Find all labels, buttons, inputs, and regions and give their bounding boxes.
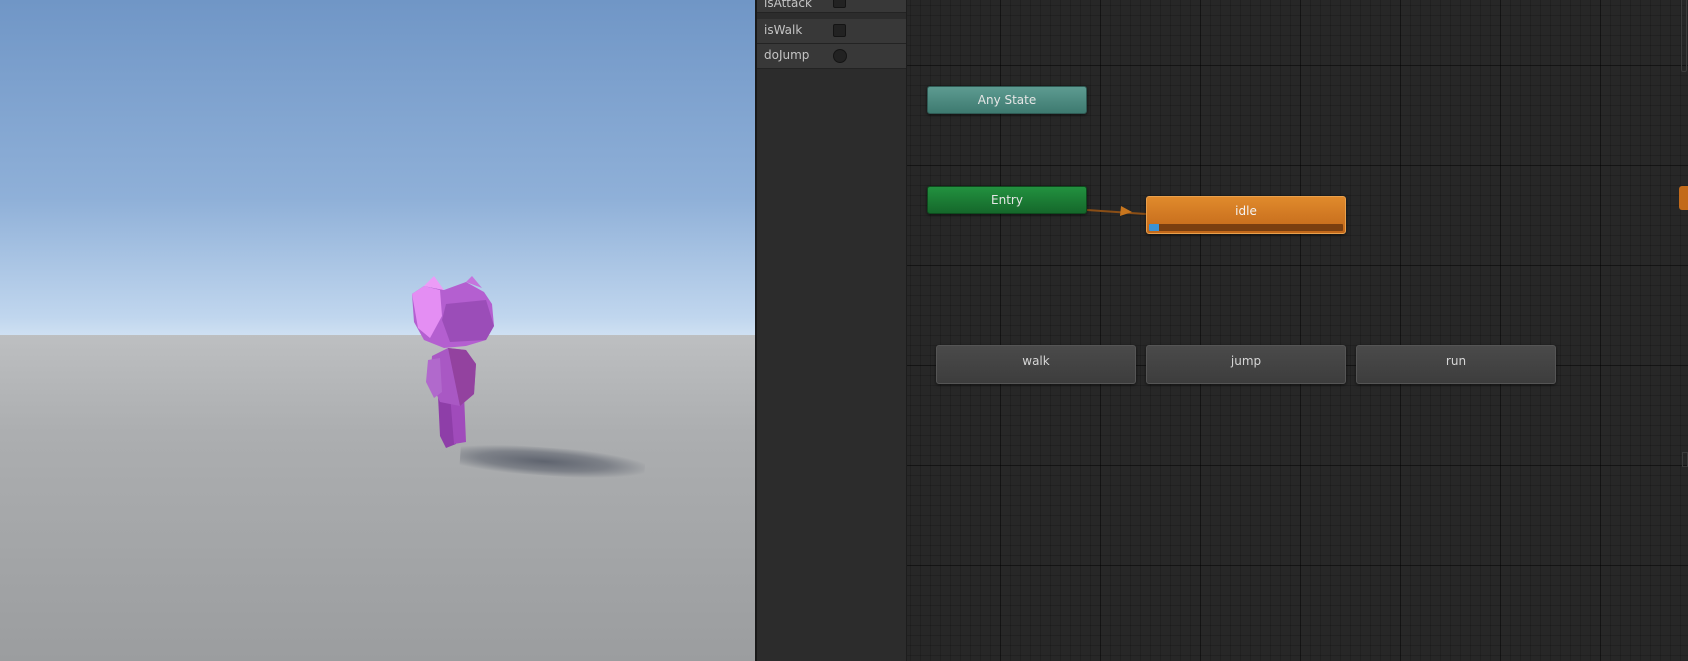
state-node-run[interactable]: run xyxy=(1356,345,1556,384)
parameter-row-dojump[interactable]: doJump xyxy=(757,44,906,69)
state-label: idle xyxy=(1235,204,1257,218)
bool-checkbox[interactable] xyxy=(833,24,846,37)
state-progress-bar xyxy=(1149,224,1343,231)
state-node-jump[interactable]: jump xyxy=(1146,345,1346,384)
scroll-marker xyxy=(1682,452,1688,467)
parameter-name: isAttack xyxy=(764,0,812,10)
parameter-name: doJump xyxy=(764,48,810,62)
character-model xyxy=(412,276,494,448)
trigger-radio[interactable] xyxy=(833,49,847,63)
state-progress-fill xyxy=(1149,224,1159,231)
parameter-row-iswalk[interactable]: isWalk xyxy=(757,19,906,44)
parameter-name: isWalk xyxy=(764,23,803,37)
state-node-walk[interactable]: walk xyxy=(936,345,1136,384)
state-node-any-state[interactable]: Any State xyxy=(927,86,1087,114)
animator-graph[interactable]: Any State Entry idle walk jump run xyxy=(907,0,1688,661)
graph-scrollbar[interactable] xyxy=(1681,0,1688,661)
bool-checkbox[interactable] xyxy=(833,0,846,8)
parameter-row-isattack[interactable]: isAttack xyxy=(757,0,906,13)
state-node-idle[interactable]: idle xyxy=(1146,196,1346,234)
game-view[interactable] xyxy=(0,0,755,661)
scroll-thumb[interactable] xyxy=(1681,0,1687,72)
parameters-panel: isAttack isWalk doJump xyxy=(757,0,907,661)
ground-plane xyxy=(0,335,755,661)
state-node-entry[interactable]: Entry xyxy=(927,186,1087,214)
